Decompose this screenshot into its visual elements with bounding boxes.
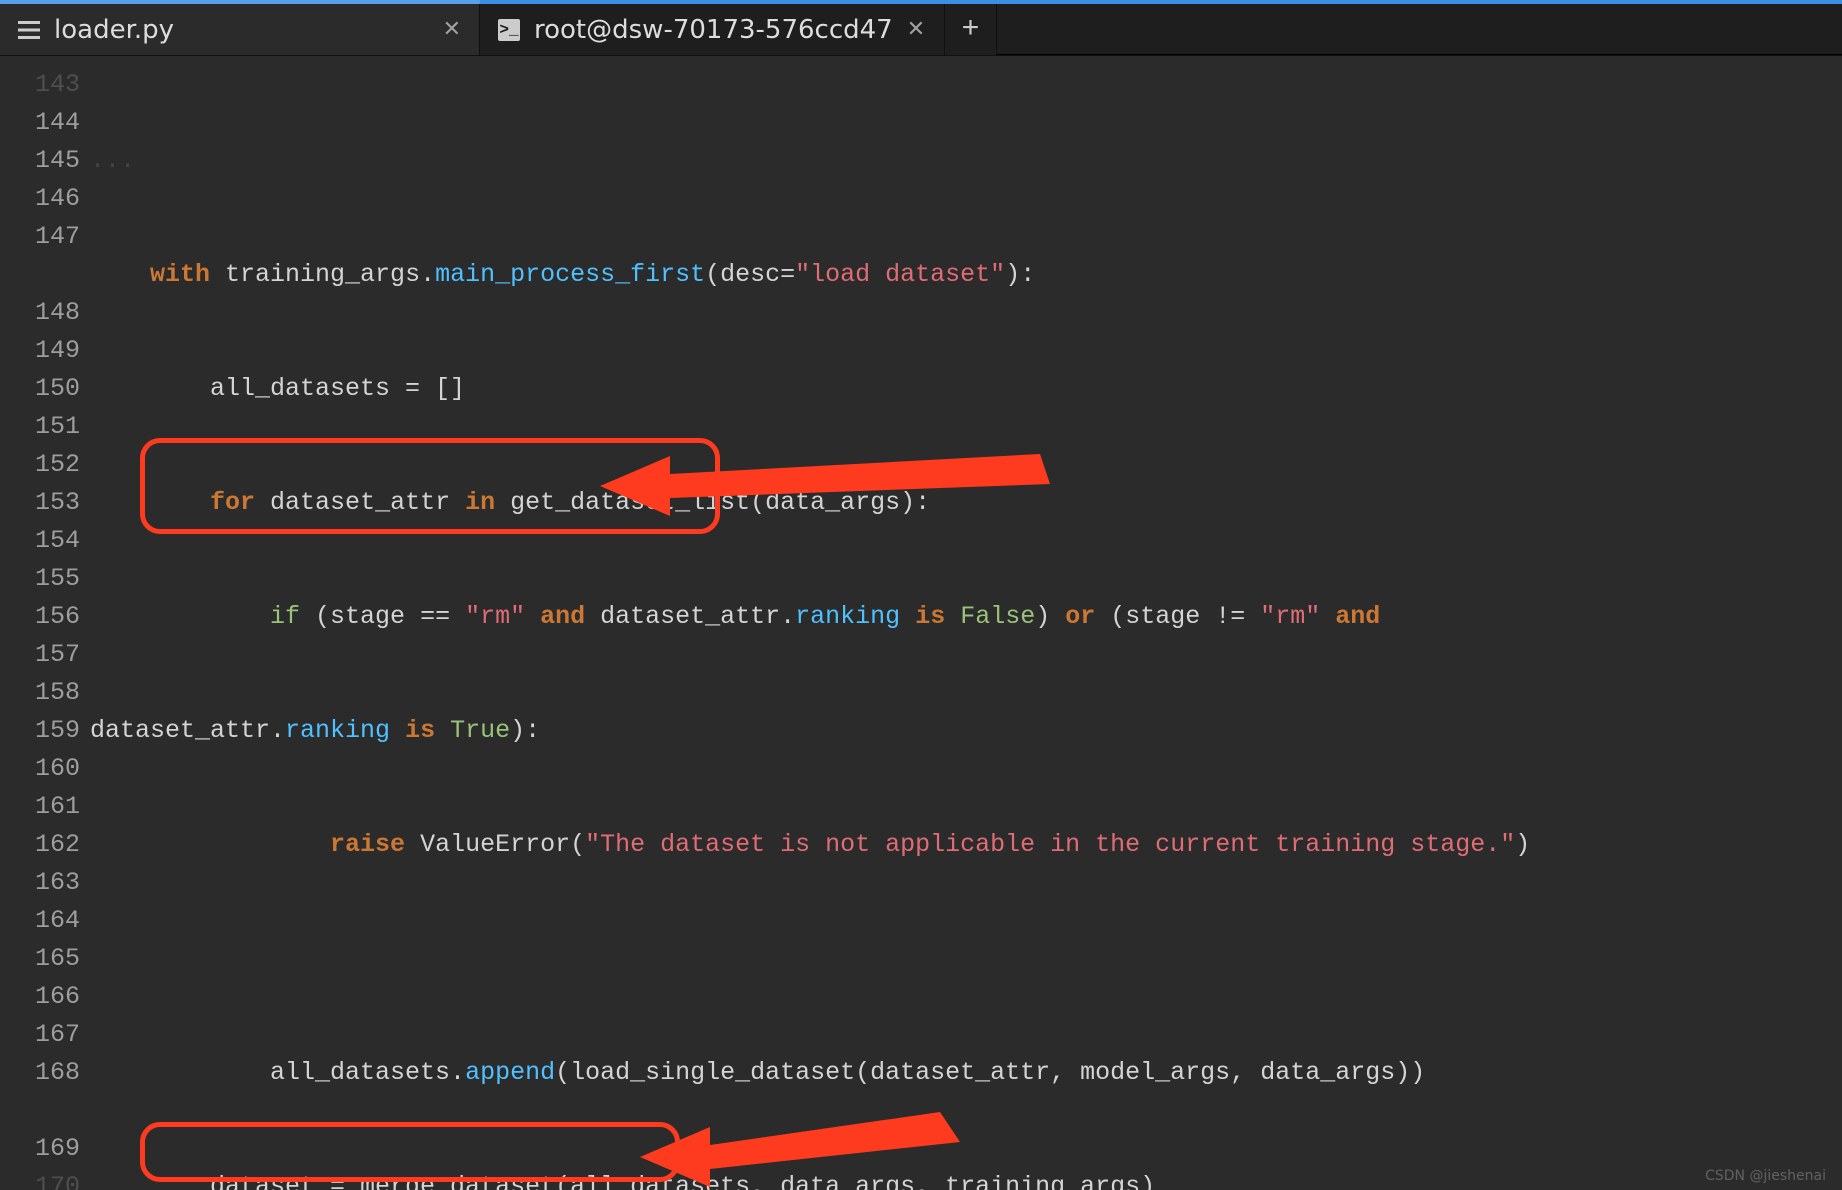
- tab-bar: loader.py ✕ >_ root@dsw-70173-576ccd47 ✕…: [0, 4, 1842, 56]
- hamburger-icon: [18, 21, 40, 39]
- code-editor[interactable]: 143 144 145 146 147 148 149 150 151 152 …: [0, 56, 1842, 1190]
- tab-loader-py[interactable]: loader.py ✕: [0, 4, 480, 55]
- watermark: CSDN @jieshenai: [1705, 1168, 1826, 1184]
- tab-label: loader.py: [54, 15, 174, 45]
- tab-terminal[interactable]: >_ root@dsw-70173-576ccd47 ✕: [480, 4, 945, 55]
- code-line-146: for dataset_attr in get_dataset_list(dat…: [90, 484, 1842, 522]
- code-line-149: [90, 940, 1842, 978]
- code-line-150: all_datasets.append(load_single_dataset(…: [90, 1054, 1842, 1092]
- add-tab-button[interactable]: +: [945, 4, 997, 55]
- code-line-148: raise ValueError("The dataset is not app…: [90, 826, 1842, 864]
- terminal-icon: >_: [498, 19, 520, 41]
- code-line-151: dataset = merge_dataset(all_datasets, da…: [90, 1168, 1842, 1190]
- code-line-147-wrap: dataset_attr.ranking is True):: [90, 712, 1842, 750]
- code-content[interactable]: ... with training_args.main_process_firs…: [90, 56, 1842, 1190]
- line-number-gutter: 143 144 145 146 147 148 149 150 151 152 …: [0, 56, 90, 1190]
- code-line-144: with training_args.main_process_first(de…: [90, 256, 1842, 294]
- code-line-145: all_datasets = []: [90, 370, 1842, 408]
- close-icon[interactable]: ✕: [443, 17, 461, 43]
- close-icon[interactable]: ✕: [907, 17, 925, 43]
- tab-label: root@dsw-70173-576ccd47: [534, 15, 893, 45]
- code-line-147: if (stage == "rm" and dataset_attr.ranki…: [90, 598, 1842, 636]
